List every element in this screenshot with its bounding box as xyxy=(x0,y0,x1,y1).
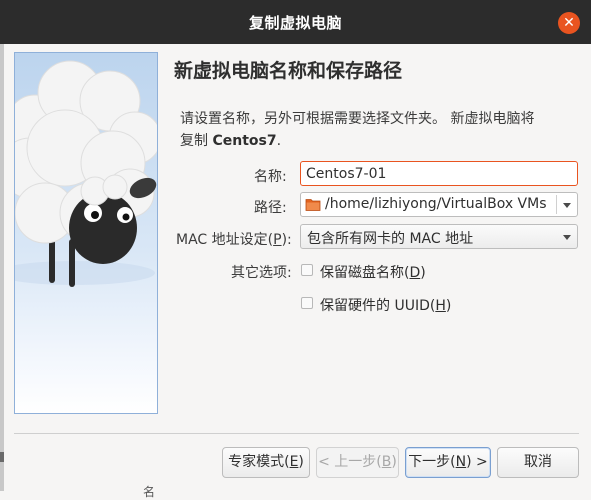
keep-hw-uuid-prefix: 保留硬件的 UUID( xyxy=(320,298,436,314)
description-suffix: . xyxy=(276,133,282,149)
back-suffix: ) xyxy=(391,454,397,470)
next-prefix: 下一步( xyxy=(408,454,456,470)
keep-disk-names-label[interactable]: 保留磁盘名称(D) xyxy=(320,262,426,282)
wizard-watermark-image xyxy=(14,52,158,414)
other-options-label: 其它选项: xyxy=(231,265,292,281)
path-value: /home/lizhiyong/VirtualBox VMs xyxy=(325,196,547,212)
chevron-down-icon[interactable] xyxy=(563,203,571,208)
keep-hardware-uuid-label[interactable]: 保留硬件的 UUID(H) xyxy=(320,295,451,315)
name-label: 名称: xyxy=(254,169,287,185)
next-key: N xyxy=(455,454,467,470)
keep-disk-names-checkbox[interactable] xyxy=(301,264,313,276)
cancel-button[interactable]: 取消 xyxy=(497,447,579,478)
back-prefix: < 上一步( xyxy=(318,454,382,470)
source-vm-name: Centos7 xyxy=(212,133,277,149)
back-key: B xyxy=(381,454,392,470)
next-button[interactable]: 下一步(N) > xyxy=(405,447,491,478)
chevron-down-icon xyxy=(563,235,571,240)
name-field[interactable] xyxy=(300,161,578,186)
close-button[interactable]: ✕ xyxy=(558,12,580,34)
back-button[interactable]: < 上一步(B) xyxy=(316,447,399,478)
next-suffix: ) > xyxy=(466,454,488,470)
keep-hw-uuid-key: H xyxy=(435,298,446,314)
mac-label-suffix: ): xyxy=(281,232,292,248)
path-selector[interactable]: /home/lizhiyong/VirtualBox VMs xyxy=(300,192,578,217)
expert-prefix: 专家模式( xyxy=(228,454,290,470)
title-bar: 复制虚拟电脑 ✕ xyxy=(0,0,591,44)
path-label: 路径: xyxy=(254,200,287,216)
combo-divider xyxy=(556,195,557,214)
description-prefix: 复制 xyxy=(180,133,213,149)
page-description: 请设置名称，另外可根据需要选择文件夹。 新虚拟电脑将 复制 Centos7. xyxy=(180,108,572,152)
keep-disk-names-prefix: 保留磁盘名称( xyxy=(320,265,410,281)
mac-policy-label: MAC 地址设定(P): xyxy=(176,229,292,249)
mac-label-key: P xyxy=(273,232,282,248)
close-icon: ✕ xyxy=(563,15,575,31)
keep-hw-uuid-suffix: ) xyxy=(445,298,452,314)
folder-icon xyxy=(305,197,321,216)
description-line-1: 请设置名称，另外可根据需要选择文件夹。 新虚拟电脑将 xyxy=(180,111,535,127)
keep-disk-names-key: D xyxy=(409,265,421,281)
expert-mode-button[interactable]: 专家模式(E) xyxy=(222,447,310,478)
description-line-2: 复制 Centos7. xyxy=(180,130,572,152)
mac-label-prefix: MAC 地址设定( xyxy=(176,232,274,248)
keep-hardware-uuid-checkbox[interactable] xyxy=(301,297,313,309)
background-window-text: 名 xyxy=(143,485,156,499)
page-title: 新虚拟电脑名称和保存路径 xyxy=(174,60,403,82)
button-row-separator xyxy=(14,433,579,434)
expert-suffix: ) xyxy=(298,454,304,470)
keep-disk-names-suffix: ) xyxy=(420,265,426,281)
window-title: 复制虚拟电脑 xyxy=(248,14,342,32)
mac-policy-select[interactable]: 包含所有网卡的 MAC 地址 xyxy=(300,224,578,249)
mac-policy-value: 包含所有网卡的 MAC 地址 xyxy=(307,231,474,247)
